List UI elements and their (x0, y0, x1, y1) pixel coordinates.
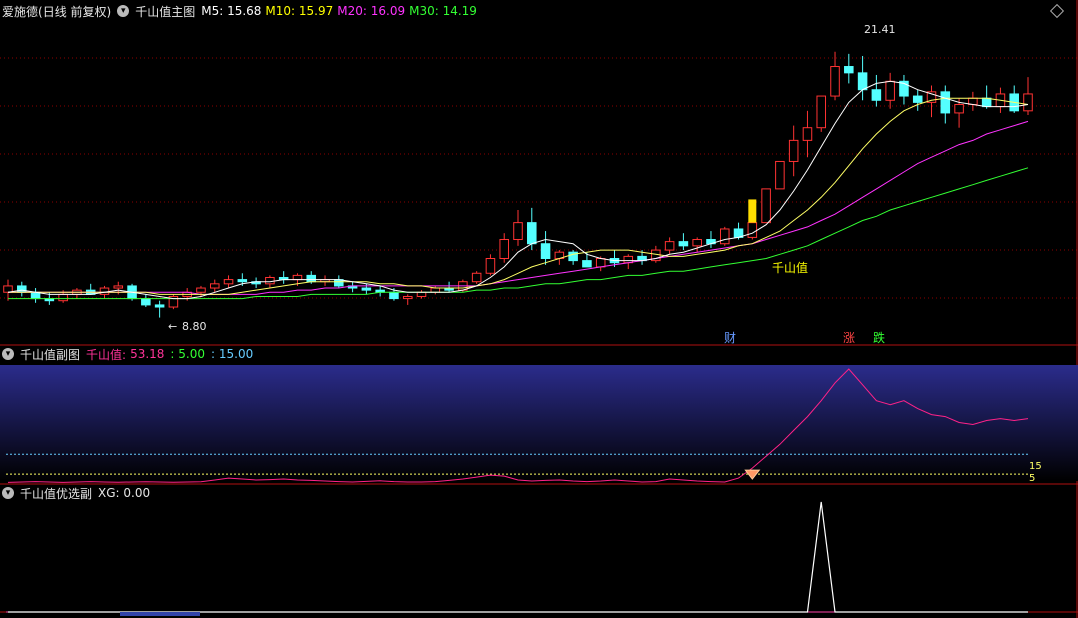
candle-body (485, 258, 496, 274)
candle-body (664, 241, 675, 251)
sub1-background (0, 365, 1078, 481)
candlestick-series (3, 51, 1033, 318)
sub2-line (8, 501, 1028, 613)
candle-body (389, 291, 399, 300)
candle-body (775, 160, 785, 190)
candle-body (871, 89, 882, 101)
ma-line-ma10 (8, 97, 1029, 295)
candle-body (499, 239, 509, 260)
candle-body (981, 97, 992, 108)
candle-body (223, 279, 234, 285)
candle-body (692, 239, 702, 247)
low-arrow-icon: ← (168, 320, 177, 333)
candle-body (527, 222, 537, 245)
candle-body (761, 188, 771, 224)
candle-body (416, 291, 427, 297)
level-15-label: 15 (1029, 461, 1042, 472)
candle-body (430, 287, 441, 293)
candle-body (292, 274, 303, 281)
marker-cai: 财 (724, 331, 736, 345)
candle-body (940, 91, 951, 114)
low-price-label: 8.80 (182, 320, 207, 333)
candle-body (1023, 93, 1033, 112)
chart-canvas[interactable]: 21.41 8.80 ← 千山值 财 涨 跌 15 5 (0, 0, 1078, 618)
candle-body (141, 298, 151, 306)
candle-body (17, 285, 27, 293)
candle-body (361, 287, 372, 291)
ma-line-ma20 (8, 120, 1029, 295)
candle-body (58, 293, 68, 302)
candle-body (154, 304, 165, 308)
candle-body (844, 66, 854, 74)
candle-body (595, 258, 606, 268)
ma-lines (7, 80, 1029, 300)
marker-die: 跌 (873, 330, 885, 345)
candle-body (788, 139, 799, 162)
candle-body (237, 279, 248, 283)
high-price-label: 21.41 (864, 23, 896, 36)
candle-body (306, 274, 317, 283)
candle-body (3, 285, 13, 293)
signal-bar (748, 199, 757, 223)
candle-body (402, 295, 413, 300)
candle-body (857, 72, 868, 91)
candle-body (471, 272, 482, 283)
candle-body (99, 287, 110, 295)
candle-body (513, 222, 523, 241)
candle-body (196, 287, 206, 293)
candle-body (540, 243, 551, 260)
candle-body (802, 127, 813, 141)
candle-body (265, 276, 275, 285)
signal-label: 千山值 (772, 260, 808, 275)
candle-body (747, 222, 758, 238)
candle-body (954, 103, 964, 114)
grid-lines (0, 0, 1078, 618)
candle-body (113, 285, 124, 289)
candle-body (830, 66, 840, 97)
candle-body (885, 80, 895, 101)
marker-zhang: 涨 (843, 330, 855, 345)
candle-body (678, 241, 689, 247)
candle-body (816, 95, 827, 129)
level-5-label: 5 (1029, 473, 1035, 484)
sub2-chart (6, 501, 1028, 616)
candle-body (912, 95, 923, 103)
candle-body (582, 260, 592, 268)
candle-body (719, 228, 730, 245)
candle-body (209, 283, 220, 289)
scrollbar-thumb[interactable] (120, 612, 200, 616)
